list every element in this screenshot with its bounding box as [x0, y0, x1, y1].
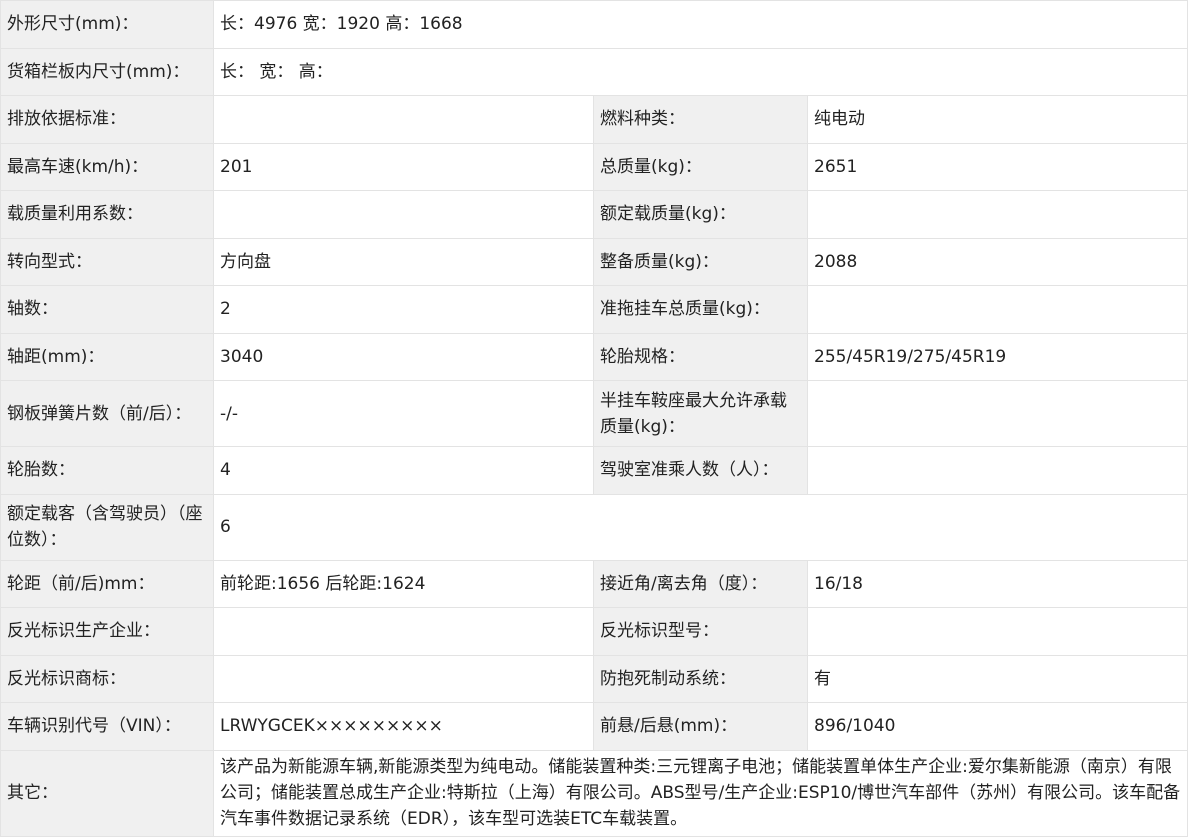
spec-label: 轴距(mm)：: [0, 332, 214, 381]
spec-value: 方向盘: [213, 237, 594, 286]
table-row: 反光标识商标： 防抱死制动系统： 有: [0, 654, 1188, 703]
spec-label: 额定载质量(kg)：: [593, 190, 808, 239]
spec-value: LRWYGCEK×××××××××: [213, 702, 594, 751]
table-row: 最高车速(km/h)： 201 总质量(kg)： 2651: [0, 142, 1188, 191]
spec-value: 2651: [807, 142, 1188, 191]
table-row: 钢板弹簧片数（前/后）： -/- 半挂车鞍座最大允许承载质量(kg)：: [0, 380, 1188, 447]
table-row: 载质量利用系数： 额定载质量(kg)：: [0, 190, 1188, 239]
spec-label: 反光标识生产企业：: [0, 607, 214, 656]
spec-value: [807, 190, 1188, 239]
spec-label: 钢板弹簧片数（前/后）：: [0, 380, 214, 447]
spec-label: 防抱死制动系统：: [593, 654, 808, 703]
spec-value: [807, 285, 1188, 334]
spec-label: 总质量(kg)：: [593, 142, 808, 191]
spec-value: 纯电动: [807, 95, 1188, 144]
spec-label: 轮距（前/后)mm：: [0, 559, 214, 608]
table-row: 外形尺寸(mm)： 长：4976 宽：1920 高：1668: [0, 0, 1188, 49]
spec-label: 前悬/后悬(mm)：: [593, 702, 808, 751]
table-row: 反光标识生产企业： 反光标识型号：: [0, 607, 1188, 656]
spec-label: 最高车速(km/h)：: [0, 142, 214, 191]
spec-label: 准拖挂车总质量(kg)：: [593, 285, 808, 334]
table-row: 排放依据标准： 燃料种类： 纯电动: [0, 95, 1188, 144]
spec-label: 轴数：: [0, 285, 214, 334]
spec-label: 驾驶室准乘人数（人）：: [593, 446, 808, 495]
spec-value: [807, 607, 1188, 656]
table-row: 轮胎数： 4 驾驶室准乘人数（人）：: [0, 446, 1188, 495]
spec-value: -/-: [213, 380, 594, 447]
spec-label: 反光标识商标：: [0, 654, 214, 703]
spec-label: 其它：: [0, 749, 214, 837]
spec-value: 2088: [807, 237, 1188, 286]
spec-value: [213, 654, 594, 703]
table-row: 货箱栏板内尺寸(mm)： 长： 宽： 高：: [0, 47, 1188, 96]
spec-value: 16/18: [807, 559, 1188, 608]
table-row: 轮距（前/后)mm： 前轮距:1656 后轮距:1624 接近角/离去角（度）：…: [0, 559, 1188, 608]
table-row: 其它： 该产品为新能源车辆,新能源类型为纯电动。储能装置种类:三元锂离子电池；储…: [0, 749, 1188, 837]
spec-value: 2: [213, 285, 594, 334]
spec-label: 接近角/离去角（度）：: [593, 559, 808, 608]
spec-value: 3040: [213, 332, 594, 381]
table-row: 轴距(mm)： 3040 轮胎规格： 255/45R19/275/45R19: [0, 332, 1188, 381]
spec-value: 有: [807, 654, 1188, 703]
spec-label: 额定载客（含驾驶员）（座位数）：: [0, 493, 214, 561]
table-row: 轴数： 2 准拖挂车总质量(kg)：: [0, 285, 1188, 334]
spec-value: [807, 446, 1188, 495]
spec-value: [213, 95, 594, 144]
spec-value: 6: [213, 493, 1188, 561]
spec-value: 896/1040: [807, 702, 1188, 751]
table-row: 转向型式： 方向盘 整备质量(kg)： 2088: [0, 237, 1188, 286]
table-row: 车辆识别代号（VIN）： LRWYGCEK××××××××× 前悬/后悬(mm)…: [0, 702, 1188, 751]
spec-value: 前轮距:1656 后轮距:1624: [213, 559, 594, 608]
spec-label: 转向型式：: [0, 237, 214, 286]
spec-value: [213, 190, 594, 239]
spec-value: 长： 宽： 高：: [213, 47, 1188, 96]
spec-label: 货箱栏板内尺寸(mm)：: [0, 47, 214, 96]
spec-value: 4: [213, 446, 594, 495]
spec-label: 轮胎数：: [0, 446, 214, 495]
spec-label: 反光标识型号：: [593, 607, 808, 656]
spec-label: 轮胎规格：: [593, 332, 808, 381]
vehicle-spec-table: 外形尺寸(mm)： 长：4976 宽：1920 高：1668 货箱栏板内尺寸(m…: [0, 0, 1188, 837]
spec-value: 201: [213, 142, 594, 191]
spec-label: 载质量利用系数：: [0, 190, 214, 239]
spec-value: 255/45R19/275/45R19: [807, 332, 1188, 381]
spec-label: 半挂车鞍座最大允许承载质量(kg)：: [593, 380, 808, 447]
spec-value: [213, 607, 594, 656]
spec-label: 外形尺寸(mm)：: [0, 0, 214, 49]
spec-value: 该产品为新能源车辆,新能源类型为纯电动。储能装置种类:三元锂离子电池；储能装置单…: [213, 749, 1188, 837]
spec-label: 燃料种类：: [593, 95, 808, 144]
spec-value: 长：4976 宽：1920 高：1668: [213, 0, 1188, 49]
spec-label: 整备质量(kg)：: [593, 237, 808, 286]
table-row: 额定载客（含驾驶员）（座位数）： 6: [0, 493, 1188, 561]
spec-label: 排放依据标准：: [0, 95, 214, 144]
spec-value: [807, 380, 1188, 447]
spec-label: 车辆识别代号（VIN）：: [0, 702, 214, 751]
